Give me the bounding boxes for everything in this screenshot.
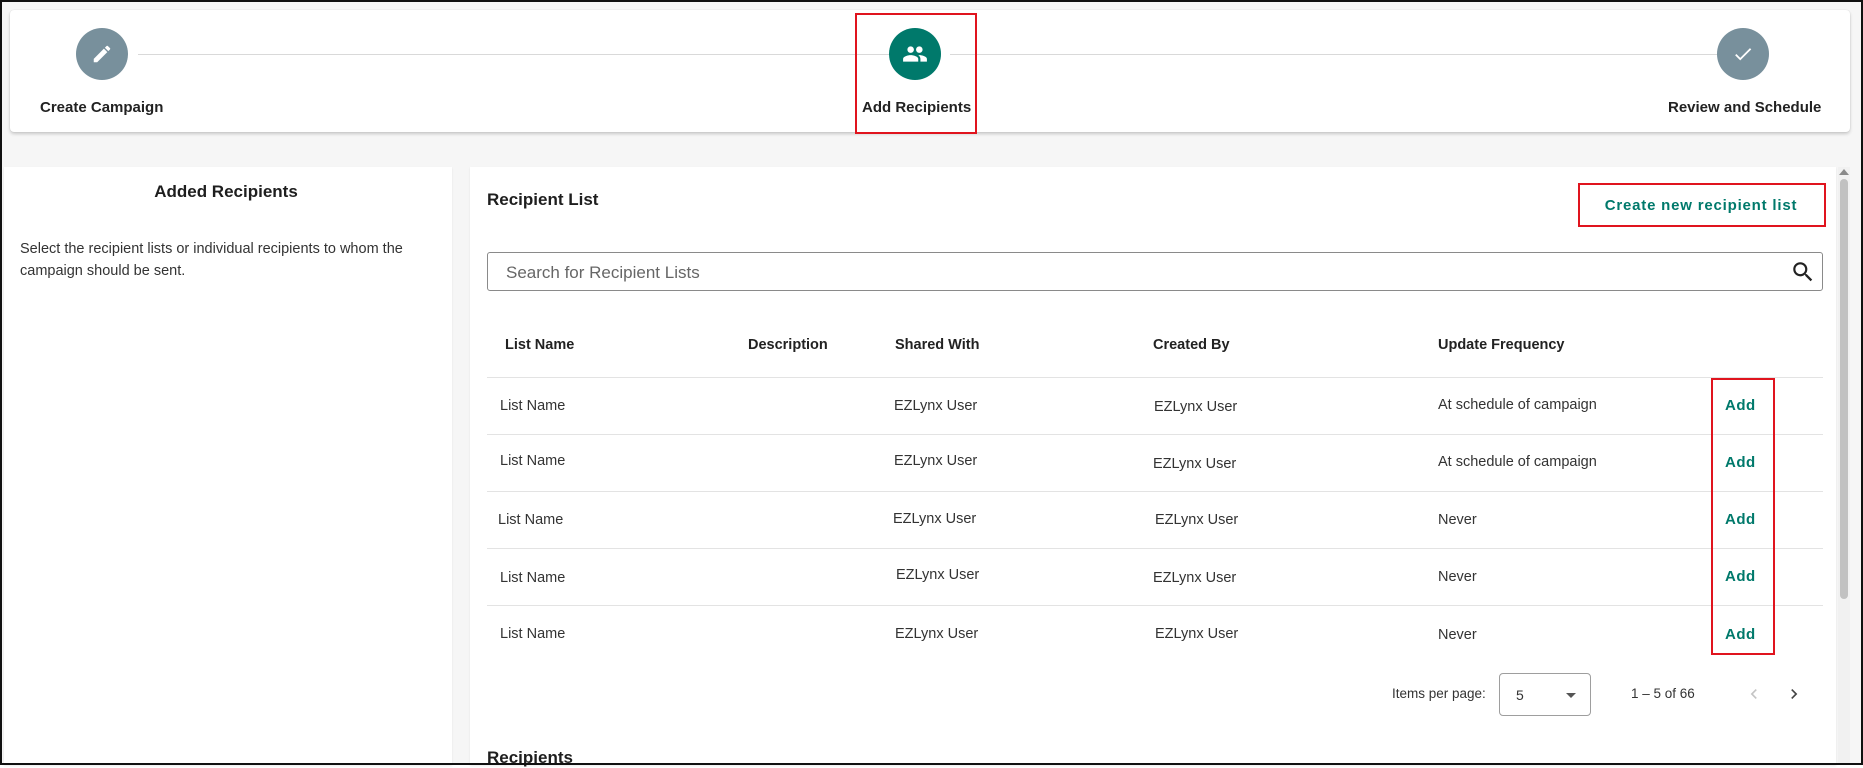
- search-input[interactable]: [504, 253, 1768, 292]
- step-label-create-campaign: Create Campaign: [40, 99, 164, 116]
- highlight-box-add-buttons: [1711, 378, 1775, 655]
- cell-list-name: List Name: [500, 626, 566, 642]
- recipients-section-title: Recipients: [487, 748, 573, 767]
- cell-created-by: EZLynx User: [1153, 570, 1237, 586]
- search-icon[interactable]: [1790, 259, 1816, 285]
- cell-shared-with: EZLynx User: [893, 511, 977, 527]
- scroll-up-arrow-icon[interactable]: [1839, 169, 1849, 175]
- stepper-connector: [950, 54, 1722, 55]
- cell-update-frequency: At schedule of campaign: [1438, 454, 1597, 470]
- scrollbar-thumb[interactable]: [1840, 179, 1848, 599]
- step-create-campaign[interactable]: [76, 28, 128, 80]
- cell-shared-with: EZLynx User: [894, 453, 978, 469]
- added-recipients-description: Select the recipient lists or individual…: [20, 241, 403, 279]
- pagination-range: 1 – 5 of 66: [1631, 686, 1695, 701]
- row-divider: [487, 434, 1823, 435]
- cell-shared-with: EZLynx User: [896, 567, 980, 583]
- cell-list-name: List Name: [500, 570, 566, 586]
- column-header-description[interactable]: Description: [748, 337, 828, 353]
- cell-shared-with: EZLynx User: [895, 626, 979, 642]
- cell-update-frequency: At schedule of campaign: [1438, 397, 1597, 413]
- row-divider: [487, 605, 1823, 606]
- row-divider: [487, 548, 1823, 549]
- check-icon: [1735, 48, 1752, 61]
- highlight-box-create-list: [1578, 183, 1826, 227]
- cell-list-name: List Name: [498, 512, 564, 528]
- row-divider: [487, 491, 1823, 492]
- caret-down-icon: [1566, 693, 1576, 698]
- cell-list-name: List Name: [500, 398, 566, 414]
- search-field: [487, 252, 1823, 292]
- step-review-schedule[interactable]: [1717, 28, 1769, 80]
- added-recipients-title: Added Recipients: [154, 182, 298, 201]
- column-header-created-by[interactable]: Created By: [1153, 337, 1230, 353]
- cell-created-by: EZLynx User: [1153, 456, 1237, 472]
- column-header-update-frequency[interactable]: Update Frequency: [1438, 337, 1565, 353]
- cell-created-by: EZLynx User: [1155, 626, 1239, 642]
- next-page-button[interactable]: [1782, 682, 1806, 706]
- pencil-icon: [93, 45, 111, 63]
- cell-list-name: List Name: [500, 453, 566, 469]
- cell-update-frequency: Never: [1438, 627, 1477, 643]
- cell-created-by: EZLynx User: [1155, 512, 1239, 528]
- step-label-review-schedule: Review and Schedule: [1668, 99, 1822, 116]
- highlight-box-add-recipients: [855, 13, 977, 134]
- cell-update-frequency: Never: [1438, 512, 1477, 528]
- column-header-list-name[interactable]: List Name: [505, 337, 574, 353]
- stepper-connector: [138, 54, 898, 55]
- column-header-shared-with[interactable]: Shared With: [895, 337, 979, 353]
- cell-created-by: EZLynx User: [1154, 399, 1238, 415]
- chevron-right-icon: [1791, 689, 1798, 699]
- recipient-list-title: Recipient List: [487, 190, 599, 209]
- row-divider: [487, 377, 1823, 378]
- items-per-page-value: 5: [1516, 687, 1524, 703]
- items-per-page-select[interactable]: 5: [1499, 673, 1591, 716]
- panel-scrollbar[interactable]: [1838, 167, 1850, 765]
- cell-shared-with: EZLynx User: [894, 398, 978, 414]
- items-per-page-label: Items per page:: [1392, 686, 1486, 701]
- chevron-left-icon: [1750, 689, 1757, 699]
- cell-update-frequency: Never: [1438, 569, 1477, 585]
- previous-page-button[interactable]: [1742, 682, 1766, 706]
